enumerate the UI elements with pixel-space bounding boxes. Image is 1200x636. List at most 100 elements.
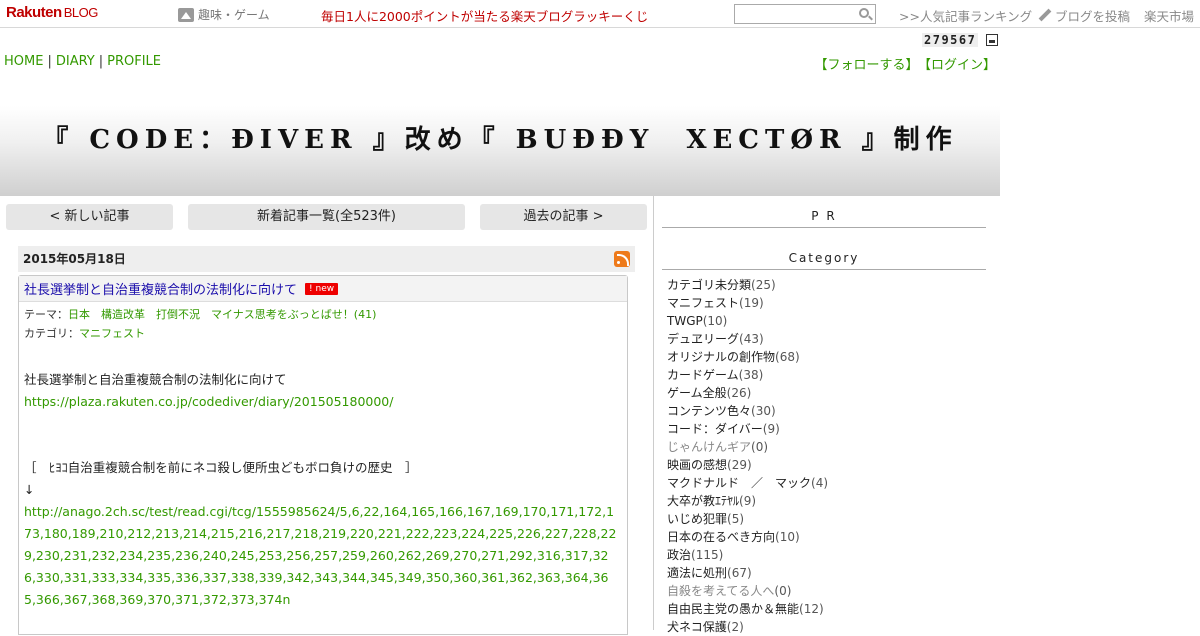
category-name: コード：ダイバー bbox=[667, 422, 763, 436]
category-item[interactable]: いじめ犯罪(5) bbox=[667, 510, 828, 528]
genre-link[interactable]: 趣味・ゲーム bbox=[178, 6, 270, 23]
category-item[interactable]: マクドナルド ／ マック(4) bbox=[667, 474, 828, 492]
category-count: (9) bbox=[762, 422, 780, 436]
category-item[interactable]: じゃんけんギア(0) bbox=[667, 438, 828, 456]
pr-heading: P R bbox=[662, 209, 986, 228]
category-count: (38) bbox=[738, 368, 764, 382]
category-item[interactable]: デュヱリーグ(43) bbox=[667, 330, 828, 348]
category-item[interactable]: カテゴリ未分類(25) bbox=[667, 276, 828, 294]
newer-article-button[interactable]: < 新しい記事 bbox=[6, 204, 173, 230]
category-name: いじめ犯罪 bbox=[667, 512, 728, 526]
column-divider bbox=[653, 196, 654, 630]
nav-diary[interactable]: DIARY bbox=[56, 54, 95, 69]
category-item[interactable]: カードゲーム(38) bbox=[667, 366, 828, 384]
category-item[interactable]: 政治(115) bbox=[667, 546, 828, 564]
category-count: (0) bbox=[751, 440, 769, 454]
category-name: 大卒が教ｴﾃﾔﾙ bbox=[667, 494, 740, 508]
category-name: デュヱリーグ bbox=[667, 332, 740, 346]
write-blog-label: ブログを投稿 bbox=[1055, 9, 1131, 24]
category-item[interactable]: TWGP(10) bbox=[667, 312, 828, 330]
category-name: コンテンツ色々 bbox=[667, 404, 752, 418]
follow-link[interactable]: 【フォローする】 bbox=[814, 58, 918, 73]
diary-link[interactable]: https://plaza.rakuten.co.jp/codediver/di… bbox=[24, 394, 393, 409]
category-item[interactable]: 大卒が教ｴﾃﾔﾙ(9) bbox=[667, 492, 828, 510]
body-arrow: ↓ bbox=[24, 482, 35, 497]
category-item[interactable]: コード：ダイバー(9) bbox=[667, 420, 828, 438]
write-blog-link[interactable]: ブログを投稿 bbox=[1038, 6, 1130, 25]
category-count: (10) bbox=[775, 530, 800, 544]
article-list-button[interactable]: 新着記事一覧(全523件) bbox=[188, 204, 465, 230]
image-icon bbox=[178, 7, 194, 22]
category-count: (10) bbox=[702, 314, 728, 328]
category-name: マニフェスト bbox=[667, 296, 740, 310]
counter-value: 279567 bbox=[922, 33, 979, 47]
category-item[interactable]: 映画の感想(29) bbox=[667, 456, 828, 474]
category-item[interactable]: 自由民主党の愚か＆無能(12) bbox=[667, 600, 828, 618]
category-link[interactable]: マニフェスト bbox=[79, 327, 145, 340]
article-date: 2015年05月18日 bbox=[23, 252, 126, 266]
category-count: (25) bbox=[751, 278, 776, 292]
category-item[interactable]: オリジナルの創作物(68) bbox=[667, 348, 828, 366]
category-list: カテゴリ未分類(25) マニフェスト(19) TWGP(10) デュヱリーグ(43) オ… bbox=[667, 276, 828, 636]
global-header: Rakuten BLOG 趣味・ゲーム 毎日1人に2000ポイントが当たる楽天ブロ… bbox=[0, 0, 1200, 28]
category-name: TWGP bbox=[667, 314, 703, 328]
search-input[interactable] bbox=[735, 5, 853, 23]
search-icon[interactable] bbox=[859, 8, 869, 18]
category-label: カテゴリ： bbox=[24, 327, 79, 340]
blog-title[interactable]: 『 CODE：ĐIVER 』改め『 BUĐĐY XECTØR 』制作 bbox=[0, 119, 1000, 156]
category-item[interactable]: 適法に処刑(67) bbox=[667, 564, 828, 582]
category-item[interactable]: マニフェスト(19) bbox=[667, 294, 828, 312]
category-count: (68) bbox=[775, 350, 800, 364]
category-item[interactable]: コンテンツ色々(30) bbox=[667, 402, 828, 420]
article-theme: テーマ：日本 構造改革 打倒不況 マイナス思考をぶっとばせ！(41) bbox=[24, 306, 376, 322]
category-count: (2) bbox=[726, 620, 744, 634]
rakuten-ichiba-link[interactable]: 楽天市場 bbox=[1144, 6, 1194, 25]
category-name: 政治 bbox=[667, 548, 692, 562]
category-name: カテゴリ未分類 bbox=[667, 278, 752, 292]
category-name: 映画の感想 bbox=[667, 458, 728, 472]
category-name: じゃんけんギア bbox=[667, 440, 752, 454]
category-item[interactable]: 日本の在るべき方向(10) bbox=[667, 528, 828, 546]
category-name: 適法に処刑 bbox=[667, 566, 728, 580]
nav-home[interactable]: HOME bbox=[4, 54, 43, 69]
category-name: 犬ネコ保護 bbox=[667, 620, 727, 634]
genre-label: 趣味・ゲーム bbox=[198, 8, 270, 22]
theme-label: テーマ： bbox=[24, 308, 68, 321]
logo-suffix: BLOG bbox=[63, 5, 99, 20]
ranking-link[interactable]: >>人気記事ランキング bbox=[899, 6, 1032, 25]
login-link[interactable]: 【ログイン】 bbox=[924, 58, 996, 73]
rss-icon[interactable] bbox=[614, 251, 630, 267]
blog-nav: HOME | DIARY | PROFILE bbox=[4, 54, 161, 69]
category-count: (4) bbox=[811, 476, 829, 490]
category-heading: Category bbox=[662, 251, 986, 270]
category-name: カードゲーム bbox=[667, 368, 739, 382]
category-count: (29) bbox=[727, 458, 752, 472]
theme-link[interactable]: 日本 構造改革 打倒不況 マイナス思考をぶっとばせ！(41) bbox=[68, 308, 376, 321]
category-name: オリジナルの創作物 bbox=[667, 350, 776, 364]
category-name: 日本の在るべき方向 bbox=[667, 530, 776, 544]
counter-calendar-icon[interactable] bbox=[986, 34, 999, 46]
category-item[interactable]: 自殺を考えてる人へ(0) bbox=[667, 582, 828, 600]
lucky-lottery-link[interactable]: 毎日1人に2000ポイントが当たる楽天ブログラッキーくじ bbox=[321, 6, 648, 25]
category-item[interactable]: ゲーム全般(26) bbox=[667, 384, 828, 402]
nav-separator: | bbox=[98, 54, 104, 69]
2ch-thread-link[interactable]: http://anago.2ch.sc/test/read.cgi/tcg/15… bbox=[24, 504, 616, 607]
category-count: (0) bbox=[774, 584, 792, 598]
category-name: ゲーム全般 bbox=[667, 386, 727, 400]
older-article-button[interactable]: 過去の記事 > bbox=[480, 204, 647, 230]
nav-profile[interactable]: PROFILE bbox=[107, 54, 161, 69]
category-item[interactable]: 犬ネコ保護(2) bbox=[667, 618, 828, 636]
category-count: (9) bbox=[739, 494, 757, 508]
category-count: (30) bbox=[751, 404, 776, 418]
rakuten-blog-logo[interactable]: Rakuten BLOG bbox=[6, 4, 98, 21]
article-title[interactable]: 社長選挙制と自治重複競合制の法制化に向けて bbox=[24, 279, 297, 298]
category-count: (43) bbox=[739, 332, 764, 346]
category-count: (67) bbox=[727, 566, 752, 580]
new-badge: ! new bbox=[305, 282, 339, 295]
category-count: (12) bbox=[799, 602, 824, 616]
category-name: 自由民主党の愚か＆無能 bbox=[667, 602, 800, 616]
category-count: (115) bbox=[691, 548, 724, 562]
article: 社長選挙制と自治重複競合制の法制化に向けて ! new テーマ：日本 構造改革 … bbox=[18, 275, 628, 635]
category-name: マクドナルド ／ マック bbox=[667, 476, 812, 490]
article-header: 社長選挙制と自治重複競合制の法制化に向けて ! new bbox=[19, 276, 627, 302]
